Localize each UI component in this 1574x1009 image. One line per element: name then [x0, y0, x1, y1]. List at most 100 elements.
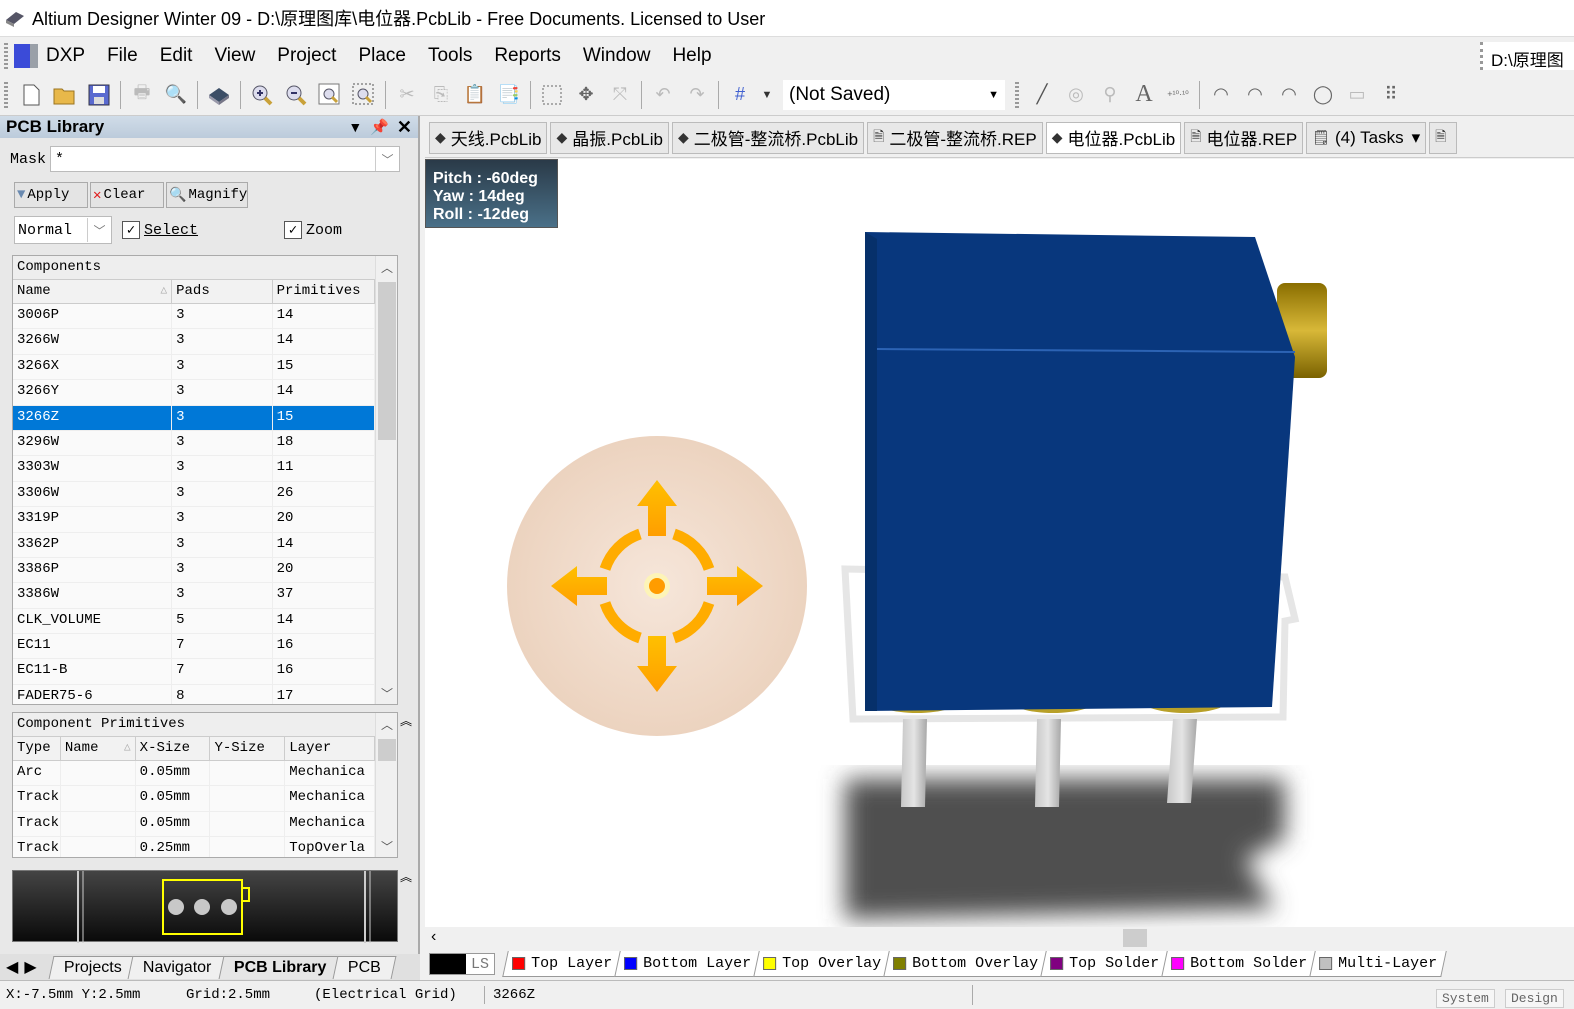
- menu-reports[interactable]: Reports: [494, 45, 561, 67]
- mode-select[interactable]: Normal ﹀: [14, 216, 112, 244]
- document-tab[interactable]: 🗒 (4) Tasks ▾: [1306, 121, 1427, 154]
- zoom-checkbox-group[interactable]: ✓ Zoom: [284, 221, 342, 239]
- document-tab[interactable]: ◆ 天线.PcbLib: [429, 121, 548, 154]
- apply-button[interactable]: ▼ Apply: [14, 182, 88, 208]
- deselect-icon[interactable]: ⤧: [606, 81, 634, 109]
- string-icon[interactable]: A: [1130, 81, 1158, 109]
- menu-window[interactable]: Window: [583, 45, 651, 67]
- tab-pcb[interactable]: PCB: [332, 955, 397, 979]
- component-row[interactable]: 3266W 3 14: [13, 329, 375, 355]
- grid-icon[interactable]: #: [726, 81, 754, 109]
- document-tab[interactable]: ◆ 电位器.PcbLib: [1045, 121, 1182, 154]
- copy-icon[interactable]: ⎘: [427, 81, 455, 109]
- zoom-fit-icon[interactable]: [316, 81, 344, 109]
- array-paste-icon[interactable]: ⠿: [1377, 81, 1405, 109]
- primitive-row[interactable]: Track 0.05mm Mechanica: [13, 811, 376, 838]
- horizontal-scrollbar[interactable]: ‹: [425, 927, 1574, 949]
- menu-help[interactable]: Help: [672, 45, 711, 67]
- chevron-down-icon[interactable]: ﹀: [87, 218, 111, 242]
- open-icon[interactable]: [51, 81, 79, 109]
- redo-icon[interactable]: ↷: [683, 81, 711, 109]
- scroll-down-icon[interactable]: ﹀: [376, 682, 397, 704]
- menu-project[interactable]: Project: [277, 45, 336, 67]
- toolbar-grip[interactable]: [4, 81, 8, 108]
- layer-tab[interactable]: Top Layer: [502, 951, 622, 977]
- chevron-down-icon[interactable]: ﹀: [375, 147, 399, 171]
- component-row[interactable]: 3266X 3 15: [13, 354, 375, 381]
- primitive-row[interactable]: Track 0.05mm Mechanica: [13, 786, 376, 812]
- arc-center-icon[interactable]: ◠: [1207, 81, 1235, 109]
- arc-edge-icon[interactable]: ◠: [1241, 81, 1269, 109]
- component-row[interactable]: CLK_VOLUME 5 14: [13, 608, 375, 635]
- component-row[interactable]: EC11 7 16: [13, 634, 375, 660]
- scrollbar-thumb[interactable]: [378, 282, 396, 440]
- component-row[interactable]: 3303W 3 11: [13, 456, 375, 482]
- move-icon[interactable]: ✥: [572, 81, 600, 109]
- column-type[interactable]: Type: [13, 737, 61, 760]
- 3d-viewport[interactable]: Pitch : -60deg Yaw : 14deg Roll : -12deg: [425, 159, 1574, 927]
- component-row[interactable]: 3296W 3 18: [13, 430, 375, 457]
- layer-tab[interactable]: Bottom Overlay: [883, 951, 1048, 977]
- scrollbar-thumb[interactable]: [1123, 929, 1147, 947]
- via-icon[interactable]: ⚲: [1096, 81, 1124, 109]
- primitives-scrollbar[interactable]: ︿ ﹀: [375, 713, 397, 857]
- document-tab[interactable]: ◆ 晶振.PcbLib: [550, 121, 669, 154]
- component-row[interactable]: 3386W 3 37: [13, 583, 375, 609]
- scroll-up-icon[interactable]: ︿: [376, 256, 397, 278]
- layer-tab[interactable]: Top Solder: [1040, 951, 1169, 977]
- mask-input[interactable]: * ﹀: [50, 146, 401, 172]
- zoom-out-icon[interactable]: [282, 81, 310, 109]
- menu-tools[interactable]: Tools: [428, 45, 472, 67]
- tab-scroll-right-icon[interactable]: ▶: [24, 957, 36, 977]
- column-primitives[interactable]: Primitives: [273, 280, 375, 303]
- zoom-area-icon[interactable]: [350, 81, 378, 109]
- navigation-control[interactable]: [507, 436, 807, 736]
- component-row[interactable]: 3386P 3 20: [13, 557, 375, 584]
- collapse-section-icon[interactable]: ︽: [400, 712, 412, 729]
- scroll-down-icon[interactable]: ﹀: [376, 835, 397, 857]
- 3d-view-icon[interactable]: [205, 81, 233, 109]
- document-variant-select[interactable]: (Not Saved) ▼: [783, 79, 1005, 110]
- document-tab[interactable]: 🗎 二极管-整流桥.REP: [867, 121, 1043, 154]
- component-row[interactable]: 3362P 3 14: [13, 532, 375, 558]
- column-y-size[interactable]: Y-Size: [210, 737, 286, 760]
- select-checkbox-group[interactable]: ✓ Select: [122, 221, 198, 239]
- clear-button[interactable]: ✕ Clear: [90, 182, 164, 208]
- footprint-preview[interactable]: [12, 870, 398, 943]
- save-icon[interactable]: [85, 81, 113, 109]
- menu-edit[interactable]: Edit: [160, 45, 193, 67]
- component-row[interactable]: 3266Y 3 14: [13, 380, 375, 406]
- document-tab[interactable]: 🗎 电位器.REP: [1184, 121, 1304, 154]
- column-pads[interactable]: Pads: [172, 280, 273, 303]
- document-path-box[interactable]: D:\原理图: [1480, 42, 1574, 70]
- select-area-icon[interactable]: [538, 81, 566, 109]
- component-row[interactable]: 3006P 3 14: [13, 304, 375, 330]
- primitive-row[interactable]: Arc 0.05mm Mechanica: [13, 761, 376, 787]
- arc-any-icon[interactable]: ◠: [1275, 81, 1303, 109]
- new-icon[interactable]: [17, 81, 45, 109]
- layer-tab[interactable]: Multi-Layer: [1309, 951, 1447, 977]
- circle-icon[interactable]: ◯: [1309, 81, 1337, 109]
- component-row[interactable]: EC11-B 7 16: [13, 659, 375, 685]
- layer-tab[interactable]: Bottom Solder: [1161, 951, 1317, 977]
- line-icon[interactable]: ╱: [1028, 81, 1056, 109]
- scroll-up-icon[interactable]: ︿: [376, 713, 397, 735]
- tab-scroll-left-icon[interactable]: ◀: [6, 957, 18, 977]
- design-panel-button[interactable]: Design: [1505, 989, 1564, 1008]
- tab-projects[interactable]: Projects: [48, 955, 137, 979]
- column-name[interactable]: Name △: [13, 280, 173, 303]
- cut-icon[interactable]: ✂: [393, 81, 421, 109]
- panel-menu-icon[interactable]: ▼: [348, 119, 362, 135]
- zoom-checkbox[interactable]: ✓: [284, 221, 303, 239]
- scrollbar-thumb[interactable]: [378, 739, 396, 761]
- paste-icon[interactable]: 📋: [461, 81, 489, 109]
- primitive-row[interactable]: Track 0.25mm TopOverla: [13, 837, 376, 857]
- chevron-down-icon[interactable]: ▾: [1412, 128, 1421, 148]
- magnify-button[interactable]: 🔍 Magnify: [166, 182, 248, 208]
- collapse-section-icon[interactable]: ︽: [400, 868, 412, 885]
- grid-dropdown-icon[interactable]: ▼: [760, 81, 774, 109]
- layer-set-button[interactable]: LS: [429, 953, 496, 975]
- column-name[interactable]: Name △: [61, 737, 136, 760]
- component-row[interactable]: 3266Z 3 15: [13, 405, 375, 431]
- print-icon[interactable]: 🖶: [128, 81, 156, 109]
